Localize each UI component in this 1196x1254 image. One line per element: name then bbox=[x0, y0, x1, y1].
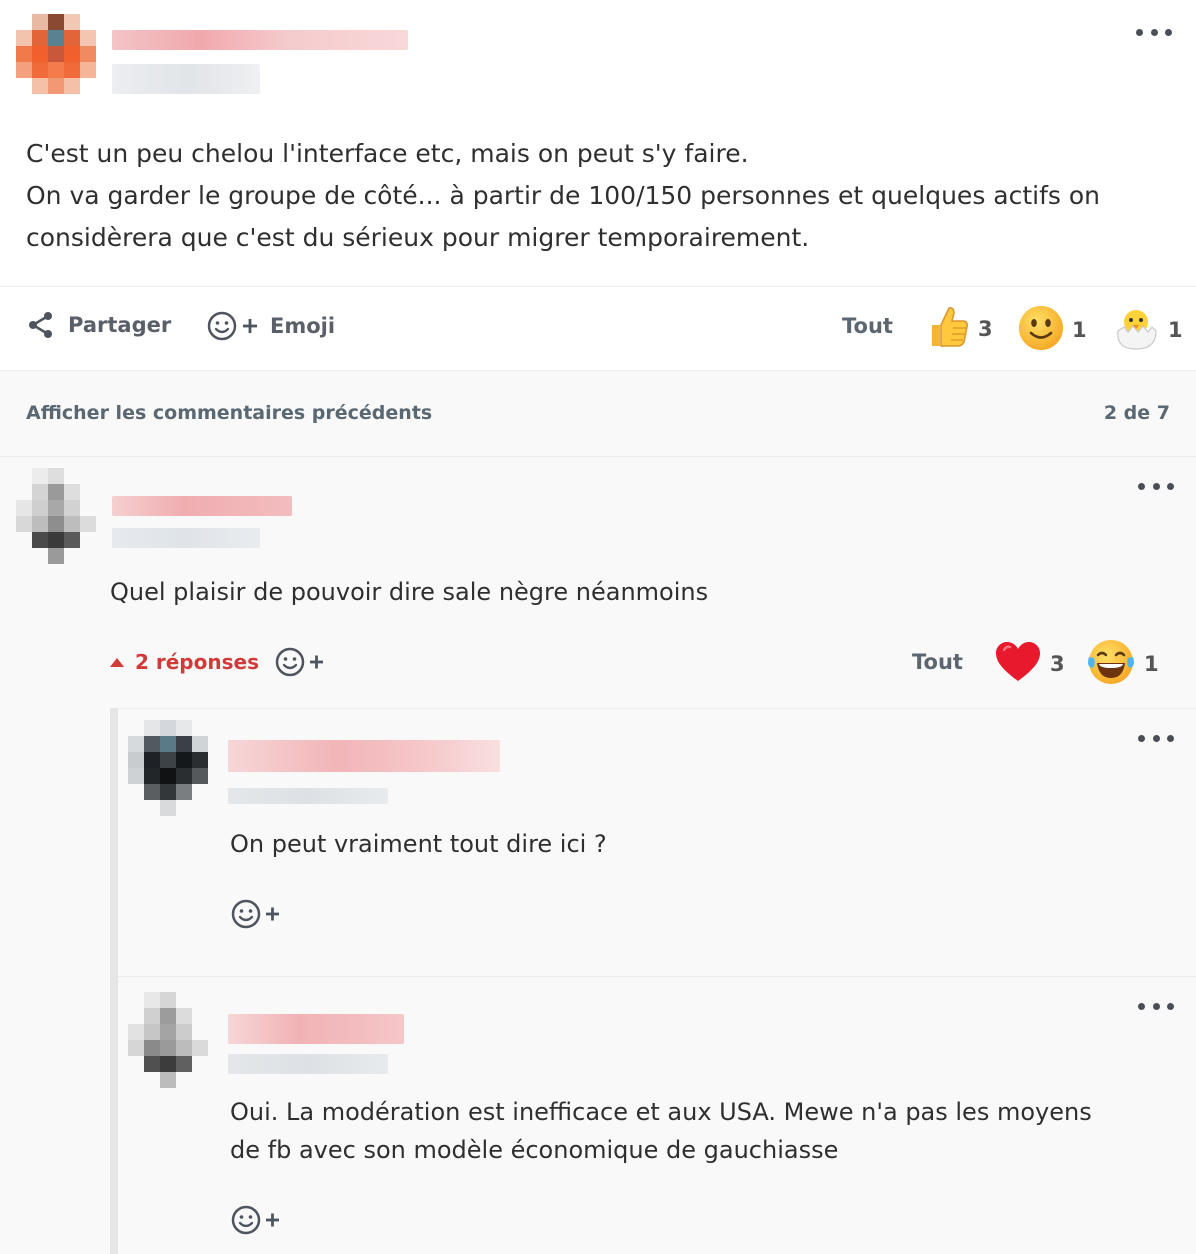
comment-author-avatar[interactable] bbox=[16, 468, 100, 564]
reply-text: Oui. La modération est inefficace et aux… bbox=[230, 1098, 1092, 1126]
divider bbox=[118, 976, 1196, 977]
comments-pager: 2 de 7 bbox=[1103, 402, 1170, 424]
emoji-label: Emoji bbox=[270, 314, 336, 338]
post-author-avatar[interactable] bbox=[16, 14, 98, 96]
emoji-add-icon bbox=[230, 1204, 284, 1240]
reply-timestamp-blurred bbox=[228, 788, 388, 804]
comment-reactions-all[interactable]: Tout bbox=[912, 650, 963, 674]
post-reaction-smile[interactable]: 1 bbox=[1018, 305, 1087, 355]
reaction-count: 3 bbox=[978, 317, 993, 341]
comment-author-name-blurred[interactable] bbox=[112, 496, 292, 516]
reply-author-avatar[interactable] bbox=[128, 720, 214, 818]
post-timestamp-blurred bbox=[112, 64, 260, 94]
emoji-button[interactable]: Emoji bbox=[206, 310, 335, 342]
share-button[interactable]: Partager bbox=[26, 310, 171, 340]
divider bbox=[0, 286, 1196, 287]
reaction-count: 1 bbox=[1168, 318, 1183, 342]
comment-timestamp-blurred bbox=[112, 528, 260, 548]
reply-timestamp-blurred bbox=[228, 1054, 388, 1074]
emoji-add-icon bbox=[230, 898, 284, 934]
share-label: Partager bbox=[68, 313, 172, 337]
divider bbox=[0, 456, 1196, 457]
thumbs-up-icon bbox=[926, 304, 970, 354]
hatching-chick-icon bbox=[1112, 305, 1160, 355]
face-with-tears-of-joy-icon bbox=[1086, 638, 1136, 690]
reply-author-name-blurred[interactable] bbox=[228, 1014, 404, 1044]
divider bbox=[118, 708, 1196, 709]
reply-text: On peut vraiment tout dire ici ? bbox=[230, 830, 607, 858]
show-previous-comments-link[interactable]: Afficher les commentaires précédents bbox=[26, 402, 432, 424]
reaction-count: 3 bbox=[1050, 652, 1065, 676]
post-body: C'est un peu chelou l'interface etc, mai… bbox=[26, 133, 1166, 259]
comment-reaction-laugh[interactable]: 1 bbox=[1086, 638, 1159, 690]
comment-more-options-icon[interactable] bbox=[1138, 479, 1174, 493]
post-author-name-blurred[interactable] bbox=[112, 30, 408, 50]
collapse-arrow-icon bbox=[110, 657, 124, 667]
reaction-count: 1 bbox=[1072, 318, 1087, 342]
post-reaction-thumbs-up[interactable]: 3 bbox=[926, 304, 993, 354]
toggle-replies-button[interactable]: 2 réponses bbox=[110, 650, 259, 674]
comment-reaction-heart[interactable]: 3 bbox=[994, 641, 1065, 687]
reply-more-options-icon[interactable] bbox=[1138, 999, 1174, 1013]
replies-count-label: 2 réponses bbox=[135, 650, 259, 674]
post-reactions-all[interactable]: Tout bbox=[842, 314, 893, 338]
reply-add-reaction-button[interactable] bbox=[230, 1204, 284, 1240]
post-body-line: On va garder le groupe de côté... à part… bbox=[26, 181, 1101, 210]
comment-add-reaction-button[interactable] bbox=[274, 646, 328, 682]
share-icon bbox=[26, 310, 56, 340]
post-more-options-icon[interactable] bbox=[1136, 25, 1172, 39]
reply-author-name-blurred[interactable] bbox=[228, 740, 500, 772]
post-body-line: C'est un peu chelou l'interface etc, mai… bbox=[26, 139, 749, 168]
post-body-line: considèrera que c'est du sérieux pour mi… bbox=[26, 223, 810, 252]
reply-text: de fb avec son modèle économique de gauc… bbox=[230, 1136, 839, 1164]
slightly-smiling-face-icon bbox=[1018, 305, 1064, 355]
emoji-add-icon bbox=[206, 310, 262, 342]
reply-more-options-icon[interactable] bbox=[1138, 731, 1174, 745]
emoji-add-icon bbox=[274, 646, 328, 682]
reply-add-reaction-button[interactable] bbox=[230, 898, 284, 934]
divider bbox=[0, 370, 1196, 371]
reply-author-avatar[interactable] bbox=[128, 992, 214, 1088]
thread-indent-line bbox=[110, 708, 118, 1254]
post-reaction-chick[interactable]: 1 bbox=[1112, 305, 1183, 355]
red-heart-icon bbox=[994, 641, 1042, 687]
comment-text: Quel plaisir de pouvoir dire sale nègre … bbox=[110, 578, 709, 606]
reaction-count: 1 bbox=[1144, 652, 1159, 676]
